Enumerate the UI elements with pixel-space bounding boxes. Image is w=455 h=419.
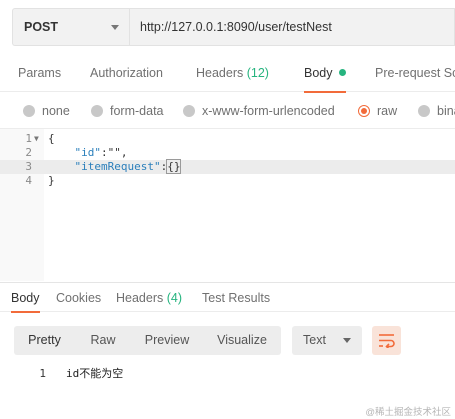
radio-form-data[interactable]: form-data <box>91 100 164 122</box>
tab-headers[interactable]: Headers (12) <box>196 56 269 92</box>
watermark: @稀土掘金技术社区 <box>365 407 451 418</box>
view-visualize-button[interactable]: Visualize <box>203 326 281 355</box>
tab-label: Params <box>18 66 62 80</box>
radio-label: bina <box>437 104 455 118</box>
tab-label: Headers <box>116 291 164 305</box>
editor-line: 4 } <box>0 174 455 188</box>
tab-body[interactable]: Body <box>304 56 346 93</box>
wrap-lines-button[interactable] <box>372 326 401 355</box>
code-text: { <box>48 132 55 145</box>
line-number: 3 <box>25 160 32 173</box>
text-cursor <box>180 160 182 172</box>
response-text: id不能为空 <box>66 367 124 380</box>
response-tab-body[interactable]: Body <box>11 286 40 313</box>
body-type-radios: none form-data x-www-form-urlencoded raw… <box>0 100 455 122</box>
tab-label: Headers <box>196 66 244 80</box>
code-text: } <box>48 174 55 187</box>
radio-raw[interactable]: raw <box>358 100 397 122</box>
request-tabs: Params Authorization Headers (12) Body P… <box>0 56 455 93</box>
view-preview-button[interactable]: Preview <box>131 326 203 355</box>
tab-label: Body <box>304 66 333 80</box>
radio-none[interactable]: none <box>23 100 70 122</box>
radio-circle-icon <box>418 105 430 117</box>
view-pretty-button[interactable]: Pretty <box>14 326 75 355</box>
radio-circle-icon <box>183 105 195 117</box>
json-value: {} <box>166 159 182 174</box>
tab-authorization[interactable]: Authorization <box>90 56 163 92</box>
json-value: :"", <box>101 146 128 159</box>
response-body-line: 1 id不能为空 <box>0 366 455 382</box>
modified-dot-icon <box>338 69 346 76</box>
tab-label: Cookies <box>56 291 102 305</box>
tab-label: Authorization <box>90 66 163 80</box>
tab-pre-request-script[interactable]: Pre-request Sc <box>375 56 455 92</box>
line-number: 2 <box>25 146 32 159</box>
fold-arrow-icon[interactable]: ▼ <box>34 132 39 146</box>
line-number: 1 <box>25 132 32 145</box>
radio-label: raw <box>377 104 398 118</box>
radio-label: none <box>42 104 70 118</box>
headers-count: (4) <box>166 291 183 305</box>
url-input[interactable]: http://127.0.0.1:8090/user/testNest <box>129 8 455 46</box>
response-tab-test-results[interactable]: Test Results <box>202 286 270 312</box>
radio-x-www-form-urlencoded[interactable]: x-www-form-urlencoded <box>183 100 335 122</box>
request-body-editor[interactable]: 1 ▼ { 2 "id":"", 3 "itemRequest":{} 4 } <box>0 128 455 281</box>
json-key: "itemRequest" <box>74 160 161 173</box>
tab-label: Body <box>11 291 40 305</box>
radio-circle-icon <box>91 105 103 117</box>
tab-params[interactable]: Params <box>18 56 61 92</box>
line-number: 4 <box>25 174 32 187</box>
radio-circle-icon <box>23 105 35 117</box>
code-text: "id":"", <box>48 146 128 160</box>
radio-label: x-www-form-urlencoded <box>202 104 335 118</box>
method-label: POST <box>24 20 59 34</box>
chevron-down-icon <box>111 25 119 30</box>
radio-selected-icon <box>358 105 370 117</box>
editor-line: 2 "id":"", <box>0 146 455 160</box>
json-key: "id" <box>74 146 102 159</box>
tab-label: Pre-request Sc <box>375 66 455 80</box>
format-label: Text <box>303 333 326 347</box>
headers-count: (12) <box>246 66 269 80</box>
view-raw-button[interactable]: Raw <box>75 326 131 355</box>
response-tab-headers[interactable]: Headers (4) <box>116 286 182 312</box>
line-number: 1 <box>39 367 46 380</box>
wrap-lines-icon <box>379 334 395 348</box>
editor-line: 1 ▼ { <box>0 132 455 146</box>
request-bar: POST http://127.0.0.1:8090/user/testNest <box>12 8 455 46</box>
view-mode-group: Pretty Raw Preview Visualize <box>14 326 281 355</box>
editor-line-active: 3 "itemRequest":{} <box>0 159 455 174</box>
pane-divider[interactable] <box>0 282 455 283</box>
radio-label: form-data <box>110 104 164 118</box>
code-text: "itemRequest":{} <box>48 159 182 174</box>
response-tabs: Body Cookies Headers (4) Test Results <box>0 286 455 313</box>
radio-binary[interactable]: bina <box>418 100 455 122</box>
method-select[interactable]: POST <box>12 8 129 46</box>
response-tab-cookies[interactable]: Cookies <box>56 286 101 312</box>
tab-label: Test Results <box>202 291 271 305</box>
chevron-down-icon <box>343 338 351 343</box>
response-toolbar: Pretty Raw Preview Visualize Text <box>14 326 455 355</box>
format-select[interactable]: Text <box>292 326 362 355</box>
